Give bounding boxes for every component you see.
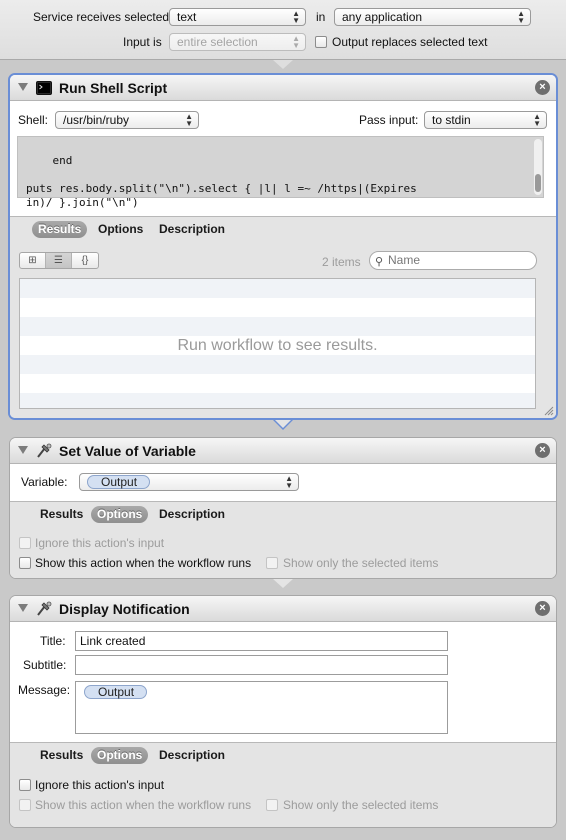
action-footer: Results Options Description Ignore this … [10,501,556,578]
ignore-input-label: Ignore this action's input [35,536,165,550]
results-search-field[interactable]: ⚲ Name [369,251,537,270]
variable-label: Variable: [21,475,68,489]
in-label: in [316,10,326,24]
action-header[interactable]: Set Value of Variable × [10,438,556,464]
output-replaces-label: Output replaces selected text [332,35,488,49]
output-replaces-checkbox[interactable] [315,36,327,48]
show-when-runs-label: Show this action when the workflow runs [35,556,252,570]
close-icon[interactable]: × [535,601,550,616]
service-type-popup[interactable]: text ▲ ▼ [169,8,306,26]
title-label: Title: [40,634,66,648]
service-settings-bar: Service receives selected text ▲ ▼ in any… [0,0,566,60]
search-placeholder: Name [388,253,421,267]
subtitle-field[interactable] [75,655,448,675]
set-variable-action[interactable]: Set Value of Variable × Variable: Output… [9,437,557,579]
ignore-input-label: Ignore this action's input [35,778,165,792]
scrollbar-thumb[interactable] [535,174,541,192]
terminal-icon [36,81,52,95]
action-title: Display Notification [59,601,190,617]
list-row-stripe [20,393,535,408]
ignore-input-checkbox[interactable] [19,537,31,549]
show-when-runs-checkbox[interactable] [19,799,31,811]
variable-token: Output [87,475,151,489]
disclosure-triangle-icon[interactable] [18,83,28,91]
popup-arrows-icon: ▲ ▼ [285,474,293,490]
script-scrollbar[interactable] [534,139,542,195]
show-only-selected-label: Show only the selected items [283,556,439,570]
title-field-value: Link created [80,634,146,648]
shell-popup[interactable]: /usr/bin/ruby ▲ ▼ [55,111,199,129]
message-token: Output [84,685,148,699]
close-icon[interactable]: × [535,80,550,95]
pass-input-label: Pass input: [359,113,419,127]
tab-description[interactable]: Description [153,221,231,238]
notification-icon [37,601,52,616]
title-field[interactable]: Link created [75,631,448,651]
shell-value: /usr/bin/ruby [63,113,130,127]
disclosure-triangle-icon[interactable] [18,604,28,612]
resize-grip-icon[interactable] [544,406,554,416]
action-header[interactable]: Run Shell Script × [10,75,556,101]
flow-connector [273,579,293,588]
tab-options[interactable]: Options [92,221,149,238]
input-is-label: Input is [123,35,162,49]
message-label: Message: [18,683,71,697]
action-body: Variable: Output ▲ ▼ [10,464,556,502]
disclosure-triangle-icon[interactable] [18,446,28,454]
input-is-value: entire selection [177,35,258,49]
search-icon: ⚲ [375,256,384,268]
close-icon[interactable]: × [535,443,550,458]
json-view-button[interactable]: {} [72,253,98,268]
flow-connector [273,60,293,69]
service-receives-label: Service receives selected [33,10,170,24]
pass-input-popup[interactable]: to stdin ▲ ▼ [424,111,547,129]
pass-input-value: to stdin [432,113,471,127]
view-mode-control: ⊞ ☰ {} [19,252,99,269]
ignore-input-checkbox[interactable] [19,779,31,791]
tab-results[interactable]: Results [34,747,89,764]
action-body: Title: Link created Subtitle: Message: O… [10,622,556,743]
tab-description[interactable]: Description [153,506,231,523]
list-row-stripe [20,279,535,298]
action-title: Run Shell Script [59,80,168,96]
tab-results[interactable]: Results [32,221,88,238]
show-when-runs-label: Show this action when the workflow runs [35,798,252,812]
list-row-stripe [20,317,535,336]
popup-arrows-icon: ▲ ▼ [292,34,300,50]
display-notification-action[interactable]: Display Notification × Title: Link creat… [9,595,557,828]
icon-view-button[interactable]: ⊞ [20,253,46,268]
message-field[interactable]: Output [75,681,448,734]
service-type-value: text [177,10,197,24]
action-header[interactable]: Display Notification × [10,596,556,622]
show-only-selected-label: Show only the selected items [283,798,439,812]
tab-description[interactable]: Description [153,747,231,764]
list-view-button[interactable]: ☰ [46,253,72,268]
application-value: any application [342,10,423,24]
action-footer: Results Options Description Ignore this … [10,742,556,827]
tab-options[interactable]: Options [91,747,149,764]
popup-arrows-icon: ▲ ▼ [517,9,525,25]
list-row-stripe [20,355,535,374]
shell-label: Shell: [18,113,49,127]
item-count: 2 items [322,255,361,269]
show-when-runs-checkbox[interactable] [19,557,31,569]
action-title: Set Value of Variable [59,443,196,459]
input-is-popup[interactable]: entire selection ▲ ▼ [169,33,306,51]
flow-connector-inner [275,420,291,428]
application-popup[interactable]: any application ▲ ▼ [334,8,531,26]
tab-options[interactable]: Options [91,506,149,523]
popup-arrows-icon: ▲ ▼ [292,9,300,25]
run-shell-script-action[interactable]: Run Shell Script × Shell: /usr/bin/ruby … [8,73,558,420]
subtitle-label: Subtitle: [23,658,67,672]
show-only-selected-checkbox[interactable] [266,799,278,811]
results-list[interactable]: Run workflow to see results. [19,278,536,409]
tab-results[interactable]: Results [34,506,89,523]
popup-arrows-icon: ▲ ▼ [185,112,193,128]
show-only-selected-checkbox[interactable] [266,557,278,569]
variable-popup[interactable]: Output ▲ ▼ [79,473,299,491]
popup-arrows-icon: ▲ ▼ [533,112,541,128]
script-editor[interactable]: end puts res.body.split("\n").select { |… [17,136,544,209]
variable-icon [37,443,52,458]
empty-results-message: Run workflow to see results. [177,337,378,354]
